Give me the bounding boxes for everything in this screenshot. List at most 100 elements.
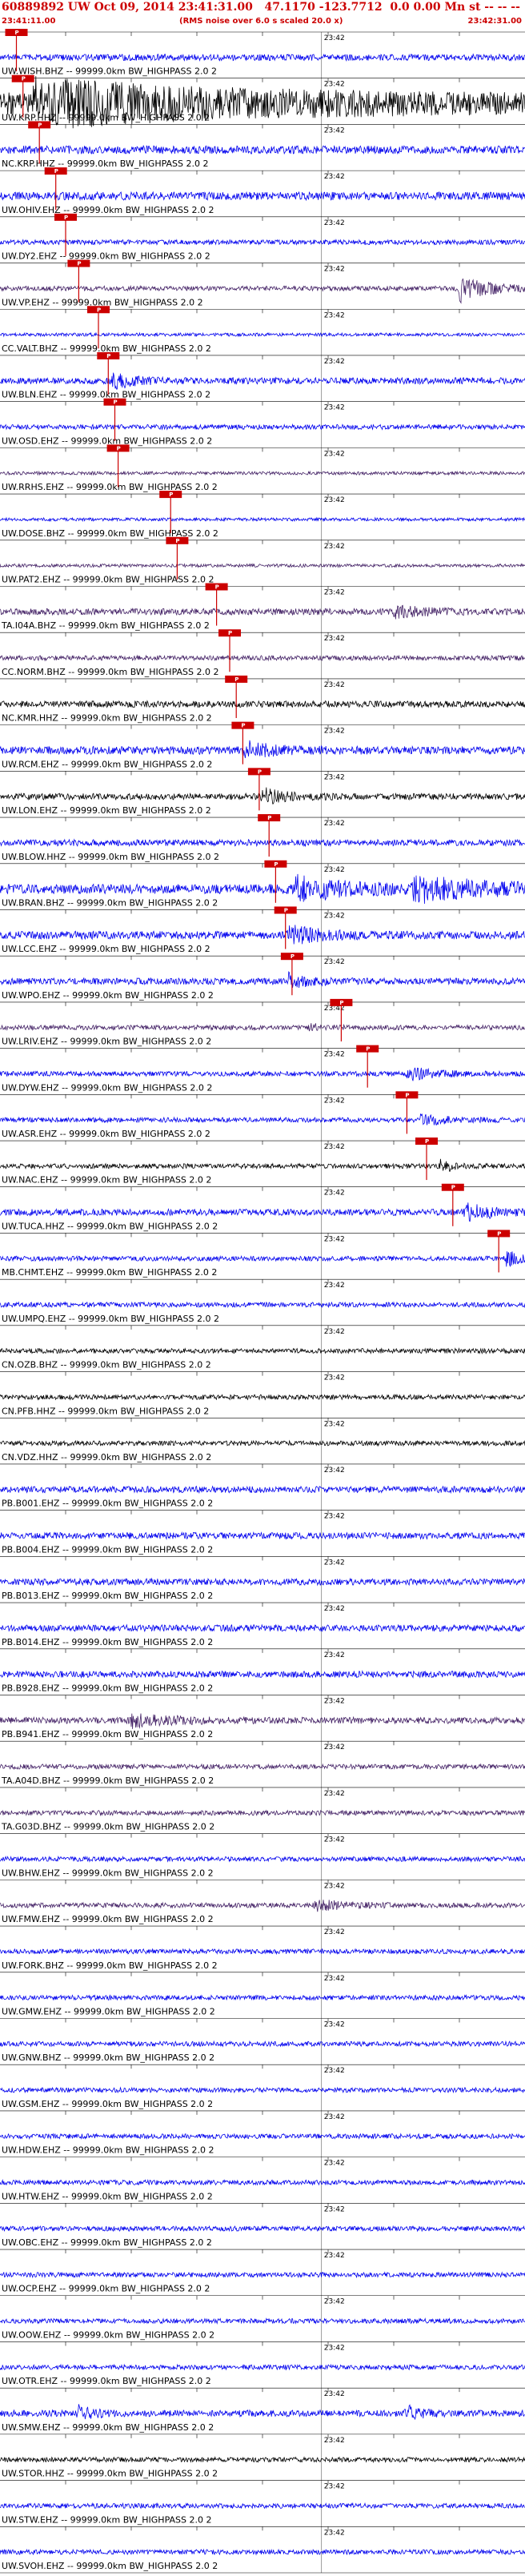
minute-marker-label: 23:42 [324, 2160, 345, 2168]
pick-flag-label: P [117, 445, 121, 451]
trace-label: CN.VDZ.HHZ -- 99999.0km BW_HIGHPASS 2.0 … [2, 1452, 211, 1463]
waveform-trace [0, 787, 525, 804]
waveform-trace [0, 1713, 525, 1729]
minute-marker-label: 23:42 [324, 1143, 345, 1151]
pick-flag-label: P [234, 676, 238, 683]
trace-label: PB.B941.EHZ -- 99999.0km BW_HIGHPASS 2.0… [2, 1729, 213, 1739]
waveform-trace [0, 1023, 525, 1032]
waveform-trace [0, 191, 525, 202]
pick-flag-label: P [15, 30, 19, 36]
trace-label: UW.WPO.EHZ -- 99999.0km BW_HIGHPASS 2.0 … [2, 990, 214, 1001]
minute-marker-label: 23:42 [324, 1975, 345, 1983]
minute-marker-label: 23:42 [324, 2252, 345, 2260]
trace-label: UW.DYW.EHZ -- 99999.0km BW_HIGHPASS 2.0 … [2, 1082, 212, 1093]
waveform-trace [0, 604, 525, 620]
trace-label: UW.GNW.BHZ -- 99999.0km BW_HIGHPASS 2.0 … [2, 2052, 214, 2063]
trace-label: UW.STOR.HHZ -- 99999.0km BW_HIGHPASS 2.0… [2, 2469, 218, 2479]
waveform-trace [0, 423, 525, 431]
trace-label: UW.OCP.EHZ -- 99999.0km BW_HIGHPASS 2.0 … [2, 2284, 210, 2294]
minute-marker-label: 23:42 [324, 1605, 345, 1613]
waveform-trace [0, 2317, 525, 2325]
waveform-trace [0, 1994, 525, 2001]
minute-marker-label: 23:42 [324, 1190, 345, 1198]
pick-flag-label: P [258, 768, 262, 775]
minute-marker-label: 23:42 [324, 866, 345, 874]
waveform-trace [0, 470, 525, 476]
minute-marker-label: 23:42 [324, 1559, 345, 1567]
minute-marker-label: 23:42 [324, 311, 345, 319]
waveform-trace [0, 1531, 525, 1540]
trace-label: UW.FMW.EHZ -- 99999.0km BW_HIGHPASS 2.0 … [2, 1914, 214, 1924]
trace-label: UW.GSM.EHZ -- 99999.0km BW_HIGHPASS 2.0 … [2, 2099, 213, 2109]
trace-label: UW.OHIV.EHZ -- 99999.0km BW_HIGHPASS 2.0… [2, 205, 214, 215]
trace-label: PB.B014.EHZ -- 99999.0km BW_HIGHPASS 2.0… [2, 1637, 213, 1647]
minute-marker-label: 23:42 [324, 2205, 345, 2213]
trace-label: UW.RRHS.EHZ -- 99999.0km BW_HIGHPASS 2.0… [2, 482, 218, 492]
trace-label: NC.KRP.HHZ -- 99999.0km BW_HIGHPASS 2.0 … [2, 158, 209, 169]
minute-marker-label: 23:42 [324, 1882, 345, 1890]
trace-label: UW.OBC.EHZ -- 99999.0km BW_HIGHPASS 2.0 … [2, 2237, 212, 2248]
minute-marker-label: 23:42 [324, 2020, 345, 2028]
minute-marker-label: 23:42 [324, 681, 345, 689]
minute-marker-label: 23:42 [324, 2067, 345, 2075]
minute-marker-label: 23:42 [324, 1328, 345, 1336]
waveform-trace [0, 1577, 525, 1587]
trace-label: PB.B001.EHZ -- 99999.0km BW_HIGHPASS 2.0… [2, 1499, 213, 1509]
waveform-trace [0, 53, 525, 62]
waveform-trace [0, 1948, 525, 1956]
minute-marker-label: 23:42 [324, 1051, 345, 1059]
waveform-trace [0, 2548, 525, 2556]
waveform-trace [0, 2086, 525, 2094]
seismogram-plot: 23:42UW.WISH.BHZ -- 99999.0km BW_HIGHPAS… [0, 29, 525, 2574]
waveform-trace [0, 1900, 525, 1912]
waveform-trace [0, 516, 525, 523]
pick-flag-label: P [451, 1185, 455, 1191]
waveform-trace [0, 1809, 525, 1817]
minute-marker-label: 23:42 [324, 1235, 345, 1243]
waveform-trace [0, 331, 525, 338]
waveform-trace [0, 1301, 525, 1309]
waveform-trace [0, 1485, 525, 1495]
waveform-trace [0, 1158, 525, 1172]
trace-label: UW.RCM.EHZ -- 99999.0km BW_HIGHPASS 2.0 … [2, 759, 212, 769]
trace-label: UW.HDW.EHZ -- 99999.0km BW_HIGHPASS 2.0 … [2, 2145, 214, 2156]
minute-marker-label: 23:42 [324, 2483, 345, 2491]
minute-marker-label: 23:42 [324, 1928, 345, 1936]
waveform-trace [0, 2179, 525, 2186]
trace-label: UW.OOW.EHZ -- 99999.0km BW_HIGHPASS 2.0 … [2, 2329, 214, 2340]
pick-flag-label: P [215, 584, 219, 591]
waveform-trace [0, 2404, 525, 2421]
waveform-trace [0, 2225, 525, 2233]
waveform-trace [0, 740, 525, 759]
waveform-trace [0, 372, 525, 390]
minute-marker-label: 23:42 [324, 1743, 345, 1751]
minute-marker-label: 23:42 [324, 404, 345, 412]
minute-marker-label: 23:42 [324, 34, 345, 42]
pick-flag-label: P [175, 538, 179, 544]
minute-marker-label: 23:42 [324, 912, 345, 920]
pick-flag-label: P [241, 723, 245, 729]
waveform-trace [0, 838, 525, 848]
minute-marker-label: 23:42 [324, 2437, 345, 2445]
waveform-trace [0, 971, 525, 989]
trace-label: UW.TUCA.HHZ -- 99999.0km BW_HIGHPASS 2.0… [2, 1221, 218, 1231]
trace-label: UW.SVOH.EHZ -- 99999.0km BW_HIGHPASS 2.0… [2, 2561, 218, 2571]
minute-marker-label: 23:42 [324, 1790, 345, 1798]
trace-label: UW.LRIV.EHZ -- 99999.0km BW_HIGHPASS 2.0… [2, 1037, 211, 1047]
waveform-trace [0, 1855, 525, 1863]
minute-marker-label: 23:42 [324, 1282, 345, 1290]
trace-label: UW.PAT2.EHZ -- 99999.0km BW_HIGHPASS 2.0… [2, 575, 214, 585]
pick-flag-label: P [405, 1092, 409, 1098]
trace-label: UW.SMW.EHZ -- 99999.0km BW_HIGHPASS 2.0 … [2, 2422, 214, 2433]
minute-marker-label: 23:42 [324, 358, 345, 366]
trace-label: UW.LCC.EHZ -- 99999.0km BW_HIGHPASS 2.0 … [2, 944, 210, 954]
pick-flag-label: P [425, 1138, 429, 1145]
pick-flag-label: P [106, 353, 110, 359]
minute-marker-label: 23:42 [324, 1097, 345, 1105]
waveform-trace [0, 1067, 525, 1081]
pick-flag-label: P [64, 215, 68, 221]
pick-flag-label: P [38, 122, 42, 128]
minute-marker-label: 23:42 [324, 1513, 345, 1521]
trace-label: UW.OTR.EHZ -- 99999.0km BW_HIGHPASS 2.0 … [2, 2376, 211, 2386]
pick-flag-label: P [366, 1046, 370, 1053]
